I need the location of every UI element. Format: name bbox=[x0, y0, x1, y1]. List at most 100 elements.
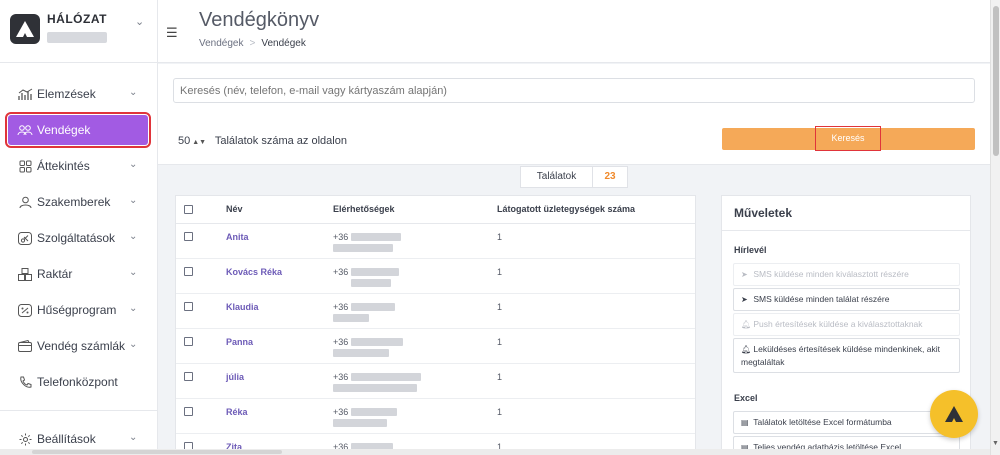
row-checkbox[interactable] bbox=[184, 336, 193, 346]
breadcrumb-separator: > bbox=[249, 38, 256, 49]
brand-logo-icon bbox=[945, 406, 963, 422]
sidebar-divider bbox=[0, 410, 158, 411]
guest-name[interactable]: Kovács Réka bbox=[226, 258, 333, 294]
sidebar-item-szolgaltatasok[interactable]: Szolgáltatások ⌄ bbox=[0, 220, 158, 256]
visited-count: 1 bbox=[497, 328, 695, 364]
brand-switcher[interactable]: HÁLÓZAT ⌄ bbox=[0, 0, 158, 63]
chevron-down-icon: ⌄ bbox=[129, 339, 138, 350]
column-header-contact[interactable]: Elérhetőségek bbox=[333, 196, 497, 224]
menu-icon[interactable]: ☰ bbox=[166, 25, 178, 41]
sidebar-nav: Elemzések ⌄ Vendégek Áttekintés ⌄ Szakem… bbox=[0, 76, 158, 400]
table-row[interactable]: júlia +36 1 bbox=[176, 363, 695, 399]
excel-results-button[interactable]: ▤ Találatok letöltése Excel formátumba bbox=[733, 411, 960, 434]
sidebar-item-label: Szakemberek bbox=[37, 195, 111, 209]
phone-prefix: +36 bbox=[333, 336, 349, 347]
sidebar-item-raktar[interactable]: Raktár ⌄ bbox=[0, 256, 158, 292]
sidebar-item-label: Elemzések bbox=[37, 87, 96, 101]
row-checkbox[interactable] bbox=[184, 371, 193, 381]
sidebar-item-elemzesek[interactable]: Elemzések ⌄ bbox=[0, 76, 158, 112]
guest-name[interactable]: Anita bbox=[226, 223, 333, 259]
newsletter-section-title: Hírlevél bbox=[734, 245, 767, 255]
brand-subtitle-redacted bbox=[47, 32, 107, 43]
actions-divider bbox=[722, 230, 970, 231]
sms-all-button[interactable]: ➤ SMS küldése minden találat részére bbox=[733, 288, 960, 311]
search-button[interactable]: Keresés bbox=[722, 126, 975, 151]
sidebar-item-label: Raktár bbox=[37, 267, 73, 281]
grid-icon bbox=[17, 158, 33, 174]
column-header-name[interactable]: Név bbox=[226, 196, 333, 224]
select-all-checkbox[interactable] bbox=[184, 205, 193, 215]
scissors-icon bbox=[17, 230, 33, 246]
guest-name[interactable]: Klaudia bbox=[226, 293, 333, 329]
horizontal-scrollbar-thumb[interactable] bbox=[32, 450, 282, 454]
excel-section-title: Excel bbox=[734, 393, 758, 403]
sms-selected-button[interactable]: ➤ SMS küldése minden kiválasztott részér… bbox=[733, 263, 960, 286]
bell-icon: 🔔︎ bbox=[741, 345, 752, 354]
search-input[interactable] bbox=[173, 78, 975, 103]
phone-prefix: +36 bbox=[333, 371, 349, 382]
visited-count: 1 bbox=[497, 398, 695, 434]
horizontal-scrollbar[interactable] bbox=[0, 449, 990, 455]
percent-icon bbox=[17, 302, 33, 318]
sidebar-item-telefonkozpont[interactable]: Telefonközpont bbox=[0, 364, 158, 400]
phone-redacted bbox=[350, 408, 397, 417]
per-page-control: 50 ▲▼ Találatok száma az oldalon bbox=[178, 135, 347, 147]
search-button-label: Keresés bbox=[815, 126, 881, 151]
actions-title: Műveletek bbox=[734, 206, 793, 220]
breadcrumb: Vendégek > Vendégek bbox=[199, 38, 306, 49]
per-page-select[interactable]: 50 ▲▼ bbox=[178, 135, 212, 147]
results-count-tab[interactable]: Találatok 23 bbox=[520, 166, 628, 188]
scrollbar-thumb[interactable] bbox=[993, 6, 999, 156]
scroll-down-arrow-icon[interactable]: ▼ bbox=[992, 440, 999, 447]
sidebar-item-husegprogram[interactable]: Hűségprogram ⌄ bbox=[0, 292, 158, 328]
push-selected-button[interactable]: 🔔︎ Push értesítések küldése a kiválaszto… bbox=[733, 313, 960, 336]
table-row[interactable]: Réka +36 1 bbox=[176, 398, 695, 434]
table-row[interactable]: Klaudia +36 1 bbox=[176, 293, 695, 329]
sidebar-item-label: Áttekintés bbox=[37, 159, 90, 173]
sidebar-item-label: Szolgáltatások bbox=[37, 231, 116, 245]
guest-name[interactable]: júlia bbox=[226, 363, 333, 399]
chevron-down-icon: ⌄ bbox=[129, 432, 138, 443]
results-label: Találatok bbox=[521, 167, 593, 187]
row-checkbox[interactable] bbox=[184, 266, 193, 276]
breadcrumb-parent[interactable]: Vendégek bbox=[199, 38, 244, 49]
sidebar-item-vendeg-szamlak[interactable]: Vendég számlák ⌄ bbox=[0, 328, 158, 364]
boxes-icon bbox=[17, 266, 33, 282]
phone-icon bbox=[17, 374, 33, 390]
sort-arrows-icon: ▲▼ bbox=[192, 139, 207, 146]
row-checkbox[interactable] bbox=[184, 231, 193, 241]
table-header-row: Név Elérhetőségek Látogatott üzletegység… bbox=[176, 196, 695, 224]
sidebar-item-szakemberek[interactable]: Szakemberek ⌄ bbox=[0, 184, 158, 220]
floating-help-button[interactable] bbox=[930, 390, 978, 438]
table-row[interactable]: Anita +36 1 bbox=[176, 223, 695, 259]
phone-prefix: +36 bbox=[333, 266, 349, 277]
chevron-down-icon[interactable]: ⌄ bbox=[135, 15, 144, 28]
guests-table-card: Név Elérhetőségek Látogatott üzletegység… bbox=[175, 195, 696, 455]
push-all-button[interactable]: 🔔︎ Leküldéses értesítések küldése minden… bbox=[733, 338, 960, 373]
sidebar-item-attekintes[interactable]: Áttekintés ⌄ bbox=[0, 148, 158, 184]
sidebar-item-label: Telefonközpont bbox=[37, 375, 118, 389]
guest-name[interactable]: Panna bbox=[226, 328, 333, 364]
vertical-scrollbar[interactable]: ▼ bbox=[990, 0, 1000, 455]
breadcrumb-current: Vendégek bbox=[261, 38, 306, 49]
sidebar-item-label: Vendégek bbox=[37, 123, 91, 137]
row-checkbox[interactable] bbox=[184, 301, 193, 311]
guest-name[interactable]: Réka bbox=[226, 398, 333, 434]
chevron-down-icon: ⌄ bbox=[129, 195, 138, 206]
phone-redacted bbox=[350, 338, 403, 347]
person-icon bbox=[17, 194, 33, 210]
column-header-visited[interactable]: Látogatott üzletegységek száma bbox=[497, 196, 695, 224]
phone-redacted bbox=[350, 233, 401, 242]
row-checkbox[interactable] bbox=[184, 406, 193, 416]
sidebar-item-label: Hűségprogram bbox=[37, 303, 117, 317]
phone-prefix: +36 bbox=[333, 231, 349, 242]
push-all-label: Leküldéses értesítések küldése mindenkin… bbox=[741, 344, 941, 367]
table-row[interactable]: Kovács Réka +36 1 bbox=[176, 258, 695, 294]
visited-count: 1 bbox=[497, 258, 695, 294]
sms-all-label: SMS küldése minden találat részére bbox=[753, 294, 890, 304]
sidebar-item-vendegek[interactable]: Vendégek bbox=[5, 112, 151, 148]
settings-icon bbox=[17, 431, 33, 447]
per-page-label: Találatok száma az oldalon bbox=[214, 135, 347, 147]
table-row[interactable]: Panna +36 1 bbox=[176, 328, 695, 364]
email-redacted bbox=[333, 244, 393, 253]
